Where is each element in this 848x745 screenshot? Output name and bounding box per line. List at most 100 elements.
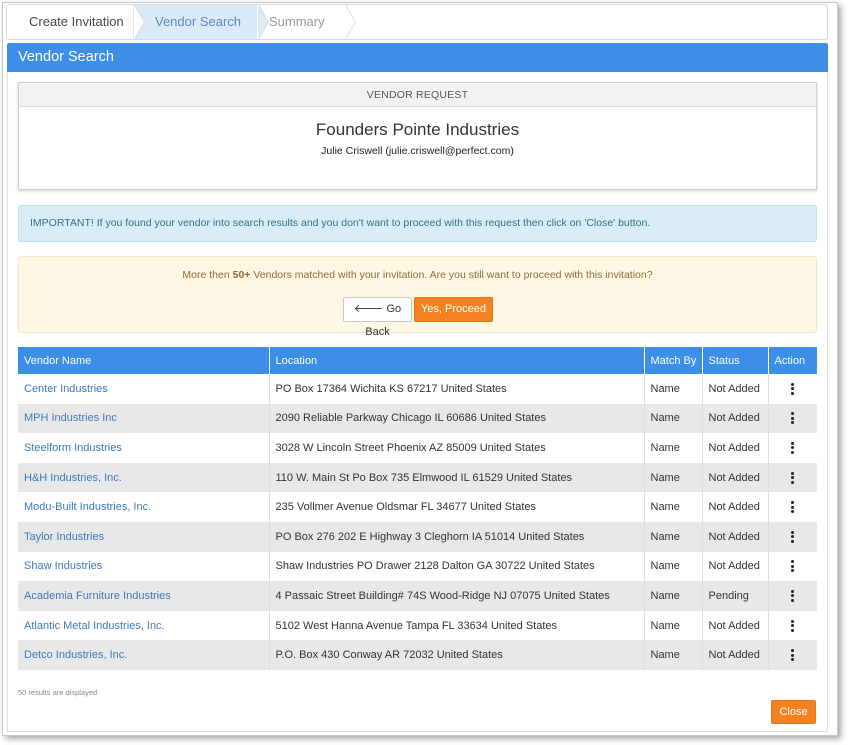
kebab-menu-icon[interactable]	[791, 648, 795, 663]
vendor-results-table: Vendor Name Location Match By Status Act…	[18, 347, 817, 670]
vendor-name-link[interactable]: H&H Industries, Inc.	[18, 462, 270, 493]
warning-prefix: More then	[182, 269, 233, 281]
vendor-location: 2090 Reliable Parkway Chicago IL 60686 U…	[269, 403, 645, 434]
vendor-name-link[interactable]: Modu-Built Industries, Inc.	[18, 492, 270, 522]
vendor-request-card: VENDOR REQUEST Founders Pointe Industrie…	[18, 82, 817, 190]
table-row: Taylor Industries PO Box 276 202 E Highwa…	[18, 521, 817, 552]
table-row: Center Industries PO Box 17364 Wichita KS…	[18, 374, 817, 404]
wizard-step-vendor-search[interactable]: Vendor Search	[133, 5, 259, 39]
table-row: Detco Industries, Inc. P.O. Box 430 Conwa…	[18, 640, 817, 670]
request-contact: Julie Criswell (julie.criswell@perfect.c…	[321, 145, 514, 157]
vendor-name-link[interactable]: Center Industries	[18, 374, 270, 404]
vendor-match-by: Name	[644, 433, 703, 463]
kebab-menu-icon[interactable]	[791, 500, 795, 515]
kebab-menu-icon[interactable]	[791, 381, 795, 396]
kebab-menu-icon[interactable]	[791, 470, 795, 485]
row-action-cell	[768, 403, 817, 434]
table-header-row: Vendor Name Location Match By Status Act…	[18, 347, 817, 374]
column-header-vendor-name[interactable]: Vendor Name	[18, 347, 270, 374]
vendor-match-by: Name	[644, 551, 703, 582]
vendor-status: Not Added	[702, 462, 769, 493]
vendor-status: Not Added	[702, 610, 769, 641]
row-action-cell	[768, 462, 817, 493]
row-action-cell	[768, 581, 817, 611]
table-row: H&H Industries, Inc. 110 W. Main St Po Bo…	[18, 462, 817, 493]
vendor-status: Not Added	[702, 374, 769, 404]
vendor-request-header: VENDOR REQUEST	[19, 83, 816, 107]
match-count: 50+	[232, 269, 251, 281]
vendor-match-by: Name	[644, 521, 703, 552]
vendor-location: P.O. Box 430 Conway AR 72032 United Stat…	[269, 640, 645, 670]
vendor-match-by: Name	[644, 610, 703, 641]
row-action-cell	[768, 374, 817, 404]
vendor-location: 235 Vollmer Avenue Oldsmar FL 34677 Unit…	[269, 492, 645, 522]
kebab-menu-icon[interactable]	[791, 588, 795, 603]
table-row: Shaw Industries Shaw Industries PO Drawer…	[18, 551, 817, 582]
row-action-cell	[768, 551, 817, 582]
table-row: Steelform Industries 3028 W Lincoln Stree…	[18, 433, 817, 463]
row-action-cell	[768, 610, 817, 641]
vendor-match-by: Name	[644, 403, 703, 434]
kebab-menu-icon[interactable]	[791, 618, 795, 633]
warning-message: More then 50+ Vendors matched with your …	[19, 269, 816, 281]
vendor-location: 3028 W Lincoln Street Phoenix AZ 85009 U…	[269, 433, 645, 463]
info-alert: IMPORTANT! If you found your vendor into…	[18, 205, 817, 242]
vendor-name-link[interactable]: MPH Industries Inc	[18, 403, 270, 434]
row-action-cell	[768, 640, 817, 670]
go-back-button[interactable]: 🡐 Go Back	[343, 297, 412, 338]
warning-alert: More then 50+ Vendors matched with your …	[18, 256, 817, 338]
vendor-name-link[interactable]: Academia Furniture Industries	[18, 581, 270, 611]
row-action-cell	[768, 521, 817, 552]
vendor-status: Not Added	[702, 433, 769, 463]
step-divider	[345, 5, 355, 39]
vendor-location: 110 W. Main St Po Box 735 Elmwood IL 615…	[269, 462, 645, 493]
vendor-status: Not Added	[702, 403, 769, 434]
results-count: 50 results are displayed	[18, 688, 98, 697]
vendor-match-by: Name	[644, 492, 703, 522]
vendor-name-link[interactable]: Atlantic Metal Industries, Inc.	[18, 610, 270, 641]
vendor-name-link[interactable]: Steelform Industries	[18, 433, 270, 463]
kebab-menu-icon[interactable]	[791, 559, 795, 574]
row-action-cell	[768, 492, 817, 522]
vendor-status: Not Added	[702, 521, 769, 552]
column-header-location[interactable]: Location	[269, 347, 645, 374]
proceed-button[interactable]: Yes, Proceed	[414, 297, 493, 322]
wizard-step-summary[interactable]: Summary	[257, 5, 357, 39]
vendor-location: PO Box 17364 Wichita KS 67217 United Sta…	[269, 374, 645, 404]
wizard-step-create-invitation[interactable]: Create Invitation	[7, 5, 135, 39]
panel-title: Vendor Search	[7, 43, 828, 72]
row-action-cell	[768, 433, 817, 463]
arrow-left-icon: 🡐	[353, 303, 384, 315]
table-row: Modu-Built Industries, Inc. 235 Vollmer A…	[18, 492, 817, 522]
step-divider	[258, 5, 268, 39]
vendor-name-link[interactable]: Detco Industries, Inc.	[18, 640, 270, 670]
close-button[interactable]: Close	[771, 700, 816, 724]
column-header-action: Action	[768, 347, 817, 374]
request-company-name: Founders Pointe Industries	[315, 120, 520, 139]
kebab-menu-icon[interactable]	[791, 440, 795, 455]
vendor-location: 5102 West Hanna Avenue Tampa FL 33634 Un…	[269, 610, 645, 641]
vendor-name-link[interactable]: Taylor Industries	[18, 521, 270, 552]
table-row: Academia Furniture Industries 4 Passaic S…	[18, 581, 817, 611]
vendor-status: Pending	[702, 581, 769, 611]
vendor-match-by: Name	[644, 374, 703, 404]
vendor-name-link[interactable]: Shaw Industries	[18, 551, 270, 582]
vendor-status: Not Added	[702, 492, 769, 522]
column-header-match-by[interactable]: Match By	[644, 347, 703, 374]
table-row: Atlantic Metal Industries, Inc. 5102 West…	[18, 610, 817, 641]
wizard-steps: Create Invitation Vendor Search Summary	[6, 4, 828, 40]
column-header-status[interactable]: Status	[702, 347, 769, 374]
vendor-location: PO Box 276 202 E Highway 3 Cleghorn IA 5…	[269, 521, 645, 552]
vendor-status: Not Added	[702, 640, 769, 670]
vendor-match-by: Name	[644, 640, 703, 670]
vendor-match-by: Name	[644, 462, 703, 493]
vendor-location: 4 Passaic Street Building# 74S Wood-Ridg…	[269, 581, 645, 611]
step-divider	[134, 5, 144, 39]
vendor-location: Shaw Industries PO Drawer 2128 Dalton GA…	[269, 551, 645, 582]
vendor-match-by: Name	[644, 581, 703, 611]
table-row: MPH Industries Inc 2090 Reliable Parkway …	[18, 403, 817, 434]
kebab-menu-icon[interactable]	[791, 529, 795, 544]
warning-suffix: Vendors matched with your invitation. Ar…	[250, 269, 653, 281]
kebab-menu-icon[interactable]	[791, 411, 795, 426]
vendor-status: Not Added	[702, 551, 769, 582]
